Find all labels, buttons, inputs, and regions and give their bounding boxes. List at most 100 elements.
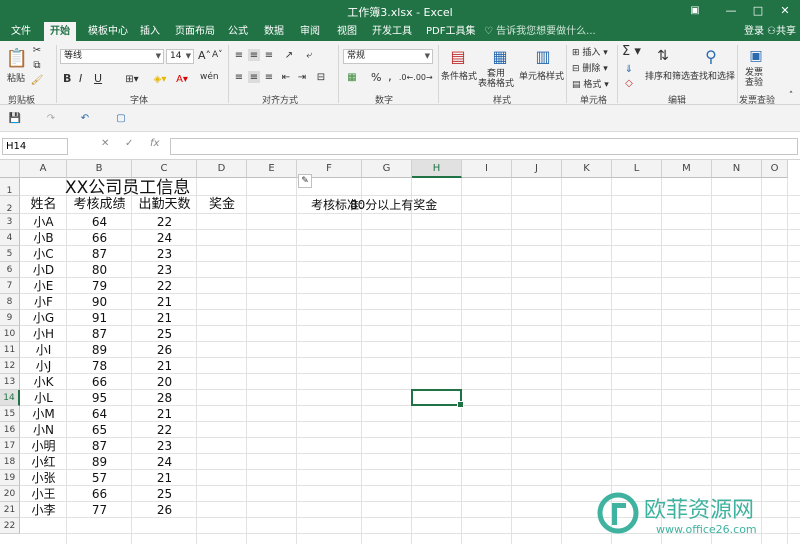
find-select-button[interactable]: 查找和选择 <box>690 69 735 82</box>
tab-page-layout[interactable]: 页面布局 <box>169 22 221 41</box>
font-size-combo[interactable]: 14 ▼ <box>166 49 194 64</box>
row-header-19[interactable]: 19 <box>0 470 20 486</box>
name-cell[interactable]: 小李 <box>20 502 67 518</box>
fill-icon[interactable]: ⇓ <box>622 63 636 75</box>
autosum-button[interactable]: Σ ▾ <box>622 44 641 59</box>
wrap-text-icon[interactable]: ⤶ <box>302 49 316 61</box>
row-header-21[interactable]: 21 <box>0 502 20 518</box>
sort-filter-button[interactable]: 排序和筛选 <box>645 69 690 82</box>
name-cell[interactable]: 小G <box>20 310 67 326</box>
attendance-cell[interactable]: 26 <box>132 342 197 358</box>
header-attendance-cell[interactable]: 出勤天数 <box>132 196 197 214</box>
score-cell[interactable]: 89 <box>67 454 132 470</box>
increase-decimal-icon[interactable]: .0← <box>399 71 413 83</box>
attendance-cell[interactable]: 25 <box>132 326 197 342</box>
name-cell[interactable]: 小I <box>20 342 67 358</box>
column-header-C[interactable]: C <box>132 160 197 178</box>
row-header-7[interactable]: 7 <box>0 278 20 294</box>
decrease-indent-icon[interactable]: ⇤ <box>279 71 293 83</box>
decrease-decimal-icon[interactable]: .00→ <box>413 71 432 83</box>
format-painter-icon[interactable]: 🖌 <box>31 74 44 86</box>
row-header-22[interactable]: 22 <box>0 518 20 534</box>
score-cell[interactable]: 65 <box>67 422 132 438</box>
score-cell[interactable]: 57 <box>67 470 132 486</box>
bold-button[interactable]: B <box>63 72 71 85</box>
align-top-icon[interactable]: ≡ <box>233 49 245 61</box>
find-icon[interactable]: ⚲ <box>700 45 722 67</box>
font-color-icon[interactable]: A▾ <box>172 72 192 86</box>
name-cell[interactable]: 小L <box>20 390 67 406</box>
name-cell[interactable]: 小王 <box>20 486 67 502</box>
invoice-check-button[interactable]: 发票 查验 <box>745 68 763 88</box>
grow-font-button[interactable]: A˄ <box>198 49 211 62</box>
name-cell[interactable]: 小红 <box>20 454 67 470</box>
align-center-icon[interactable]: ≡ <box>248 71 260 83</box>
attendance-cell[interactable]: 24 <box>132 230 197 246</box>
name-cell[interactable]: 小明 <box>20 438 67 454</box>
format-as-table-button[interactable]: 套用 表格格式 <box>478 69 514 89</box>
score-cell[interactable]: 66 <box>67 230 132 246</box>
insert-function-icon[interactable]: fx <box>150 138 159 149</box>
row-header-11[interactable]: 11 <box>0 342 20 358</box>
header-score-cell[interactable]: 考核成绩 <box>67 196 132 214</box>
attendance-cell[interactable]: 23 <box>132 438 197 454</box>
name-cell[interactable]: 小A <box>20 214 67 230</box>
collapse-ribbon-icon[interactable]: ˄ <box>786 91 796 101</box>
header-name-cell[interactable]: 姓名 <box>20 196 67 214</box>
merge-center-icon[interactable]: ⊟ <box>314 71 328 83</box>
select-all-corner[interactable] <box>0 160 20 178</box>
insert-cells-button[interactable]: ⊞ 插入 ▾ <box>572 45 608 58</box>
attendance-cell[interactable]: 23 <box>132 262 197 278</box>
row-header-14[interactable]: 14 <box>0 390 20 406</box>
attendance-cell[interactable]: 20 <box>132 374 197 390</box>
paste-icon[interactable]: 📋 <box>6 47 28 69</box>
selected-cell-cursor[interactable] <box>411 389 464 408</box>
row-header-5[interactable]: 5 <box>0 246 20 262</box>
column-header-N[interactable]: N <box>712 160 762 178</box>
column-header-M[interactable]: M <box>662 160 712 178</box>
cell-styles-icon[interactable]: ▥ <box>532 45 554 67</box>
attendance-cell[interactable]: 24 <box>132 454 197 470</box>
score-cell[interactable]: 77 <box>67 502 132 518</box>
orientation-icon[interactable]: ↗ <box>282 49 296 61</box>
column-header-E[interactable]: E <box>247 160 297 178</box>
login-link[interactable]: 登录 <box>744 22 764 41</box>
enter-icon[interactable]: ✓ <box>125 138 133 149</box>
align-right-icon[interactable]: ≡ <box>263 71 275 83</box>
attendance-cell[interactable]: 21 <box>132 470 197 486</box>
row-header-6[interactable]: 6 <box>0 262 20 278</box>
attendance-cell[interactable]: 25 <box>132 486 197 502</box>
invoice-check-icon[interactable]: ▣ <box>745 45 767 67</box>
row-header-4[interactable]: 4 <box>0 230 20 246</box>
row-header-17[interactable]: 17 <box>0 438 20 454</box>
score-cell[interactable]: 87 <box>67 326 132 342</box>
attendance-cell[interactable]: 21 <box>132 310 197 326</box>
sheet-title-cell[interactable]: XX公司员工信息 <box>20 178 220 198</box>
align-bottom-icon[interactable]: ≡ <box>263 49 275 61</box>
tab-file[interactable]: 文件 <box>5 22 37 41</box>
conditional-format-button[interactable]: 条件格式 <box>441 69 477 82</box>
score-cell[interactable]: 89 <box>67 342 132 358</box>
column-header-G[interactable]: G <box>362 160 412 178</box>
formula-input[interactable] <box>170 138 798 155</box>
attendance-cell[interactable]: 22 <box>132 214 197 230</box>
name-cell[interactable]: 小E <box>20 278 67 294</box>
name-cell[interactable]: 小H <box>20 326 67 342</box>
score-cell[interactable]: 78 <box>67 358 132 374</box>
score-cell[interactable]: 90 <box>67 294 132 310</box>
column-header-K[interactable]: K <box>562 160 612 178</box>
save-icon[interactable]: 💾 <box>8 111 22 125</box>
row-header-12[interactable]: 12 <box>0 358 20 374</box>
border-icon[interactable]: ⊞▾ <box>120 72 144 86</box>
attendance-cell[interactable]: 21 <box>132 358 197 374</box>
column-header-J[interactable]: J <box>512 160 562 178</box>
row-header-16[interactable]: 16 <box>0 422 20 438</box>
row-header-2[interactable]: 2 <box>0 196 20 214</box>
align-middle-icon[interactable]: ≡ <box>248 49 260 61</box>
name-box[interactable]: H14 <box>2 138 68 155</box>
row-header-9[interactable]: 9 <box>0 310 20 326</box>
undo-icon[interactable]: ↶ <box>78 111 92 125</box>
phonetic-button[interactable]: wén <box>200 72 219 82</box>
sort-filter-icon[interactable]: ⇅ <box>652 45 674 67</box>
name-cell[interactable]: 小F <box>20 294 67 310</box>
